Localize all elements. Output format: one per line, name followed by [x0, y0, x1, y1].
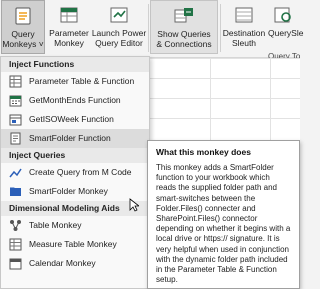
tooltip-body: This monkey adds a SmartFolder function … — [156, 163, 291, 285]
show-queries-label-1: Show Queries — [157, 29, 211, 39]
menu-item-parameter-table-function[interactable]: Parameter Table & Function — [1, 72, 149, 91]
section-header-inject-functions: Inject Functions — [1, 57, 149, 72]
menu-item-create-query-from-m-code[interactable]: Create Query from M Code — [1, 163, 149, 182]
launch-power-query-editor-button[interactable]: Launch Power Query Editor — [91, 0, 147, 54]
query-monkeys-dropdown: Inject Functions Parameter Table & Funct… — [0, 56, 150, 289]
menu-item-getisoweek-function[interactable]: GetISOWeek Function — [1, 110, 149, 129]
destination-sleuth-label-1: Destination — [222, 28, 266, 38]
calendar-icon — [9, 258, 22, 270]
menu-item-label: Create Query from M Code — [29, 167, 132, 177]
destination-sleuth-button[interactable]: Destination Sleuth — [222, 0, 266, 54]
menu-item-measure-table-monkey[interactable]: Measure Table Monkey — [1, 235, 149, 254]
tooltip-title: What this monkey does — [156, 147, 251, 157]
show-queries-label-2: & Connections — [156, 39, 212, 49]
query-monkeys-label-1: Query — [11, 29, 35, 39]
month-ends-icon — [9, 95, 22, 107]
launch-pq-label-1: Launch Power — [91, 28, 147, 38]
mouse-cursor-icon — [129, 198, 139, 212]
parameter-icon — [60, 7, 78, 23]
section-header-dimensional-modeling-aids: Dimensional Modeling Aids — [1, 201, 149, 216]
ribbon-separator — [148, 4, 149, 52]
query-monkeys-label-2: Monkeys ˅ — [2, 39, 44, 49]
table-icon — [10, 220, 21, 231]
menu-item-label: SmartFolder Monkey — [29, 186, 108, 196]
queries-connections-icon — [174, 8, 193, 23]
query-sleuth-icon — [274, 7, 291, 23]
parameter-monkey-label-1: Parameter — [49, 28, 89, 38]
ribbon: Query Monkeys ˅ Parameter Monkey Launch … — [0, 0, 304, 61]
show-queries-connections-button[interactable]: Show Queries & Connections — [150, 0, 218, 54]
menu-item-label: Table Monkey — [29, 220, 82, 230]
smartfolder-tooltip: What this monkey does This monkey adds a… — [147, 140, 300, 289]
grid-line — [150, 98, 300, 99]
menu-item-calendar-monkey[interactable]: Calendar Monkey — [1, 254, 149, 273]
menu-item-label: Measure Table Monkey — [29, 239, 117, 249]
menu-item-smartfolder-monkey[interactable]: SmartFolder Monkey — [1, 182, 149, 201]
grid-line — [150, 118, 300, 119]
query-sleuth-button[interactable]: QuerySle — [268, 0, 304, 54]
iso-week-icon — [9, 114, 22, 126]
menu-item-smartfolder-function[interactable]: SmartFolder Function — [1, 129, 149, 148]
grid-line — [210, 58, 211, 140]
menu-item-table-monkey[interactable]: Table Monkey — [1, 216, 149, 235]
grid-line — [150, 78, 300, 79]
parameter-monkey-label-2: Monkey — [54, 38, 84, 48]
smart-folder-icon — [10, 187, 21, 196]
measure-table-icon — [9, 238, 22, 251]
menu-item-label: Parameter Table & Function — [29, 76, 135, 86]
smart-folder-function-icon — [10, 132, 21, 145]
section-header-inject-queries: Inject Queries — [1, 148, 149, 163]
menu-item-label: Calendar Monkey — [29, 258, 96, 268]
parameter-monkey-button[interactable]: Parameter Monkey — [48, 0, 90, 54]
destination-sleuth-label-2: Sleuth — [231, 38, 257, 48]
table-function-icon — [9, 75, 22, 88]
launch-pq-label-2: Query Editor — [95, 38, 143, 48]
menu-item-label: SmartFolder Function — [29, 133, 111, 143]
grid-line — [150, 58, 300, 59]
ribbon-separator — [220, 4, 221, 52]
power-query-icon — [110, 7, 128, 23]
menu-item-label: GetMonthEnds Function — [29, 95, 121, 105]
destination-icon — [235, 7, 253, 23]
query-sleuth-label: QuerySle — [268, 28, 304, 38]
menu-item-getmonthends-function[interactable]: GetMonthEnds Function — [1, 91, 149, 110]
monkey-icon — [15, 7, 31, 25]
grid-line — [270, 58, 271, 140]
m-code-icon — [9, 168, 22, 178]
query-monkeys-button[interactable]: Query Monkeys ˅ — [1, 0, 45, 54]
menu-item-label: GetISOWeek Function — [29, 114, 114, 124]
